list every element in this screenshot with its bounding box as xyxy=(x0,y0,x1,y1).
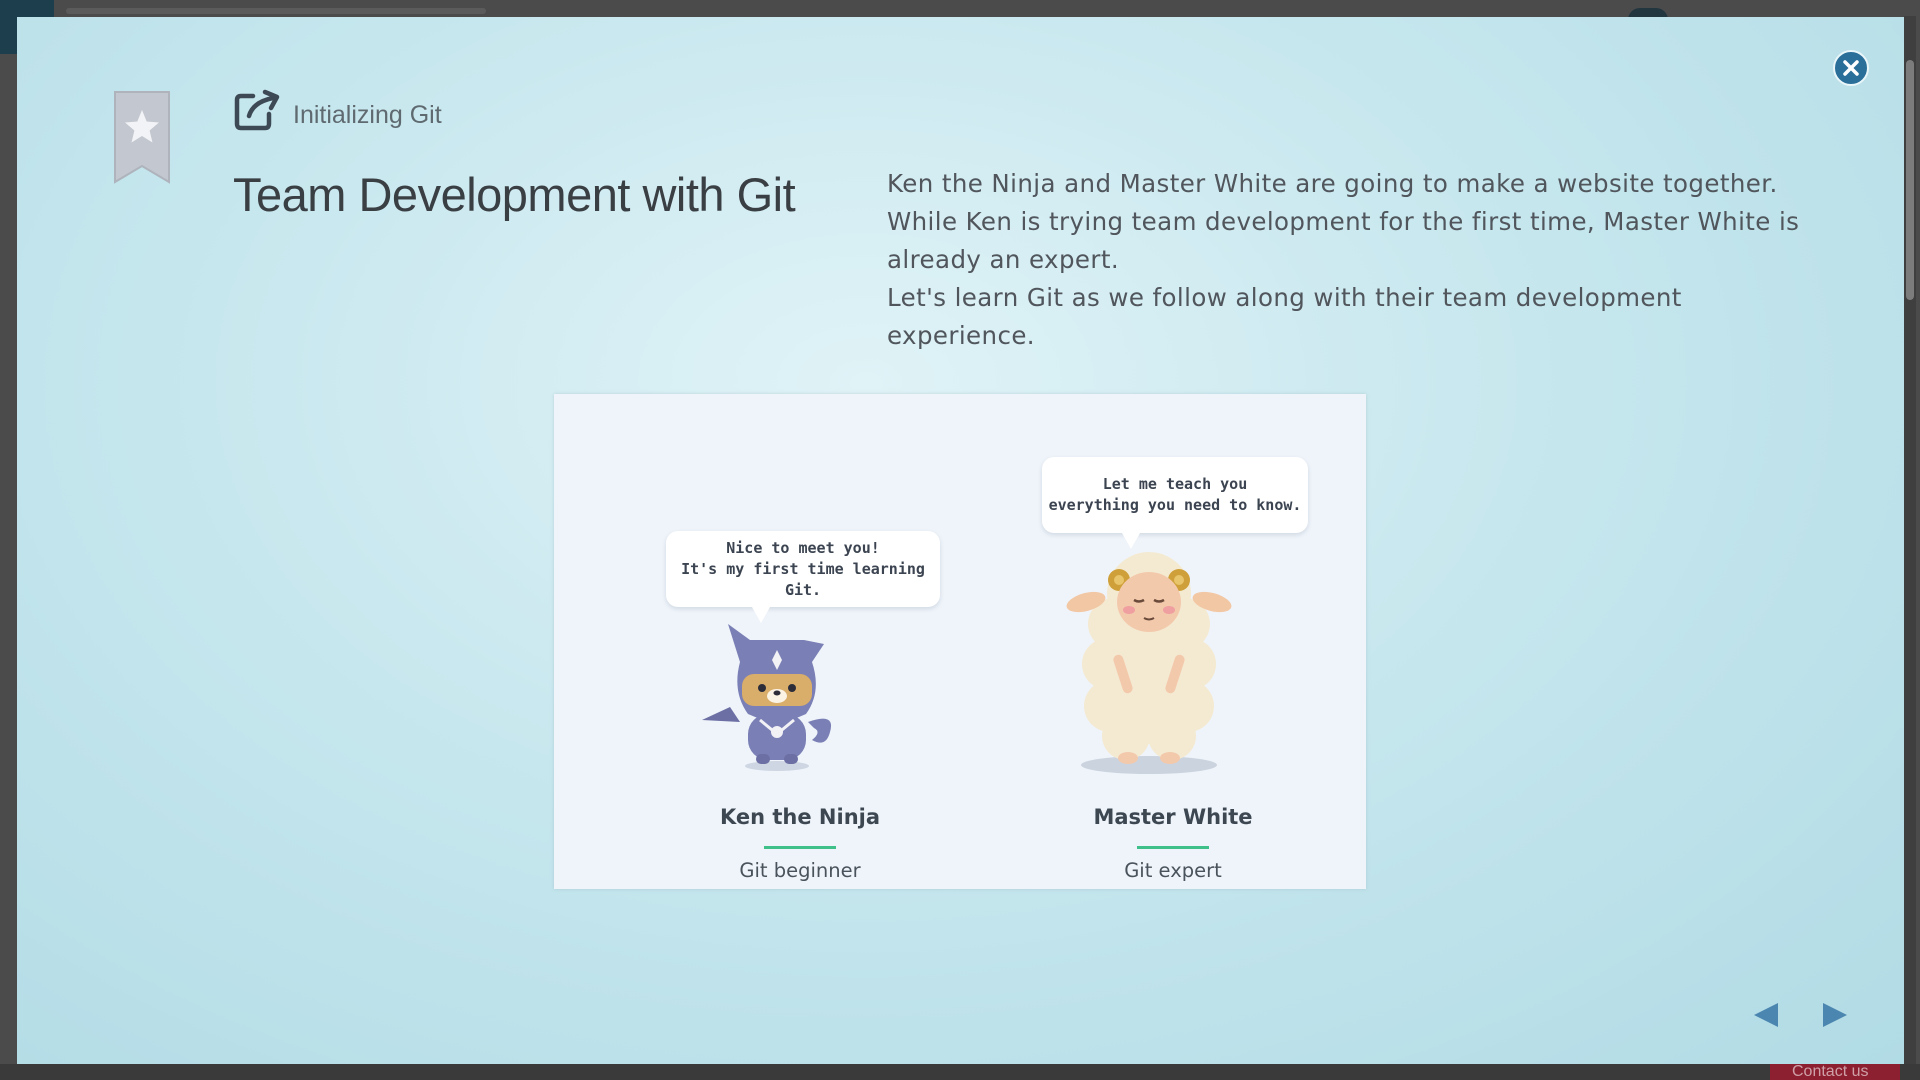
page-scrollbar-thumb[interactable] xyxy=(1906,60,1914,300)
speech-text: It's my first time learning Git. xyxy=(681,559,925,599)
background-header-bar xyxy=(66,8,486,14)
background-footer-bar xyxy=(0,1064,1920,1080)
close-button[interactable] xyxy=(1833,50,1869,86)
ken-name-label: Ken the Ninja xyxy=(719,805,881,829)
next-slide-arrow-icon[interactable] xyxy=(1815,995,1855,1035)
master-white-role-label: Git expert xyxy=(1124,859,1222,882)
course-title: Team Development with Git xyxy=(233,168,796,221)
master-white-speech-bubble: Let me teach you everything you need to … xyxy=(1042,457,1308,549)
speech-text: Nice to meet you! xyxy=(726,538,880,557)
description-paragraph: Ken the Ninja and Master White are going… xyxy=(887,169,1778,198)
chapter-label: Initializing Git xyxy=(293,101,442,129)
ken-speech-bubble: Nice to meet you! It's my first time lea… xyxy=(666,531,940,623)
ken-role-label: Git beginner xyxy=(739,859,861,882)
external-link-icon xyxy=(234,89,280,131)
master-white-sheep-illustration xyxy=(1066,552,1232,774)
course-description: Ken the Ninja and Master White are going… xyxy=(887,165,1807,355)
speech-text: Let me teach you xyxy=(1102,475,1248,493)
speech-bubble-tail xyxy=(752,607,770,623)
master-white-name-underline xyxy=(1137,846,1209,849)
characters-illustration: Nice to meet you! It's my first time lea… xyxy=(554,394,1366,889)
course-modal: Initializing Git Team Development with G… xyxy=(17,17,1904,1064)
close-icon xyxy=(1843,60,1859,76)
master-white-name-label: Master White xyxy=(1093,805,1253,829)
bookmark-star-icon[interactable] xyxy=(111,88,173,186)
chapter-link[interactable]: Initializing Git xyxy=(233,88,442,132)
speech-text: everything you need to know. xyxy=(1048,496,1302,514)
ken-ninja-illustration xyxy=(702,624,832,771)
description-paragraph: While Ken is trying team development for… xyxy=(887,207,1800,274)
previous-slide-arrow-icon[interactable] xyxy=(1746,995,1786,1035)
ken-name-underline xyxy=(764,846,836,849)
description-paragraph: Let's learn Git as we follow along with … xyxy=(887,283,1682,350)
